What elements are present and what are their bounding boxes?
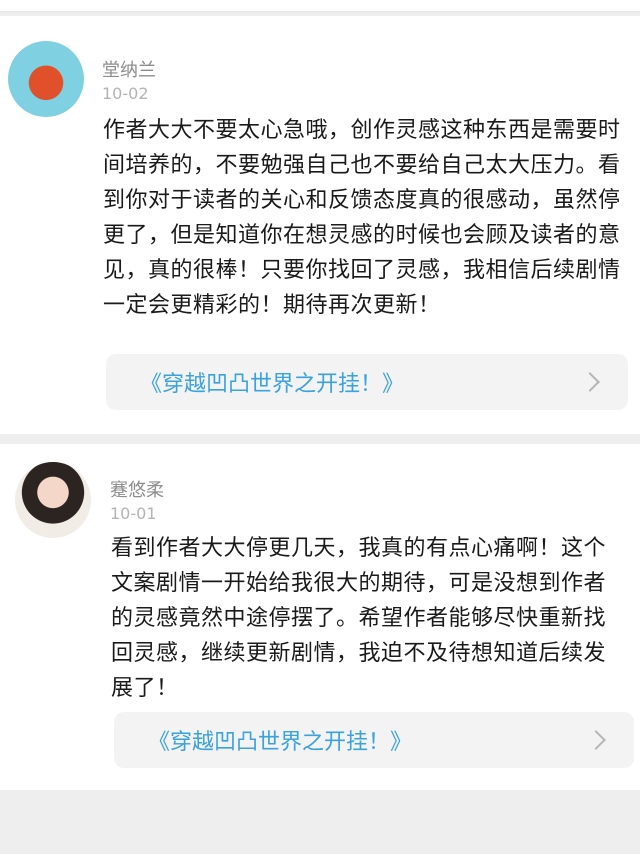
book-link-button[interactable]: 《穿越凹凸世界之开挂！》: [114, 712, 634, 768]
previous-card-edge: [0, 0, 640, 12]
chevron-right-icon: [580, 370, 604, 394]
girl-portrait-avatar-icon[interactable]: [15, 462, 91, 538]
book-link-button[interactable]: 《穿越凹凸世界之开挂！》: [106, 354, 628, 410]
comment-text: 看到作者大大停更几天，我真的有点心痛啊！这个文案剧情一开始给我很大的期待，可是没…: [111, 536, 607, 701]
username[interactable]: 堂纳兰: [102, 56, 156, 82]
username[interactable]: 蹇悠柔: [110, 476, 164, 502]
book-title: 《穿越凹凸世界之开挂！》: [140, 372, 405, 397]
comment-card: 蹇悠柔 10-01 看到作者大大停更几天，我真的有点心痛啊！这个文案剧情一开始给…: [0, 444, 640, 790]
bear-costume-avatar-icon[interactable]: [8, 41, 84, 117]
comment-date: 10-01: [110, 504, 157, 523]
comment-card: 堂纳兰 10-02 作者大大不要太心急哦，创作灵感这种东西是需要时间培养的，不要…: [0, 16, 640, 434]
book-title: 《穿越凹凸世界之开挂！》: [148, 730, 413, 755]
chevron-right-icon: [586, 728, 610, 752]
comment-text: 作者大大不要太心急哦，创作灵感这种东西是需要时间培养的，不要勉强自己也不要给自己…: [103, 118, 621, 318]
comment-date: 10-02: [102, 84, 149, 103]
